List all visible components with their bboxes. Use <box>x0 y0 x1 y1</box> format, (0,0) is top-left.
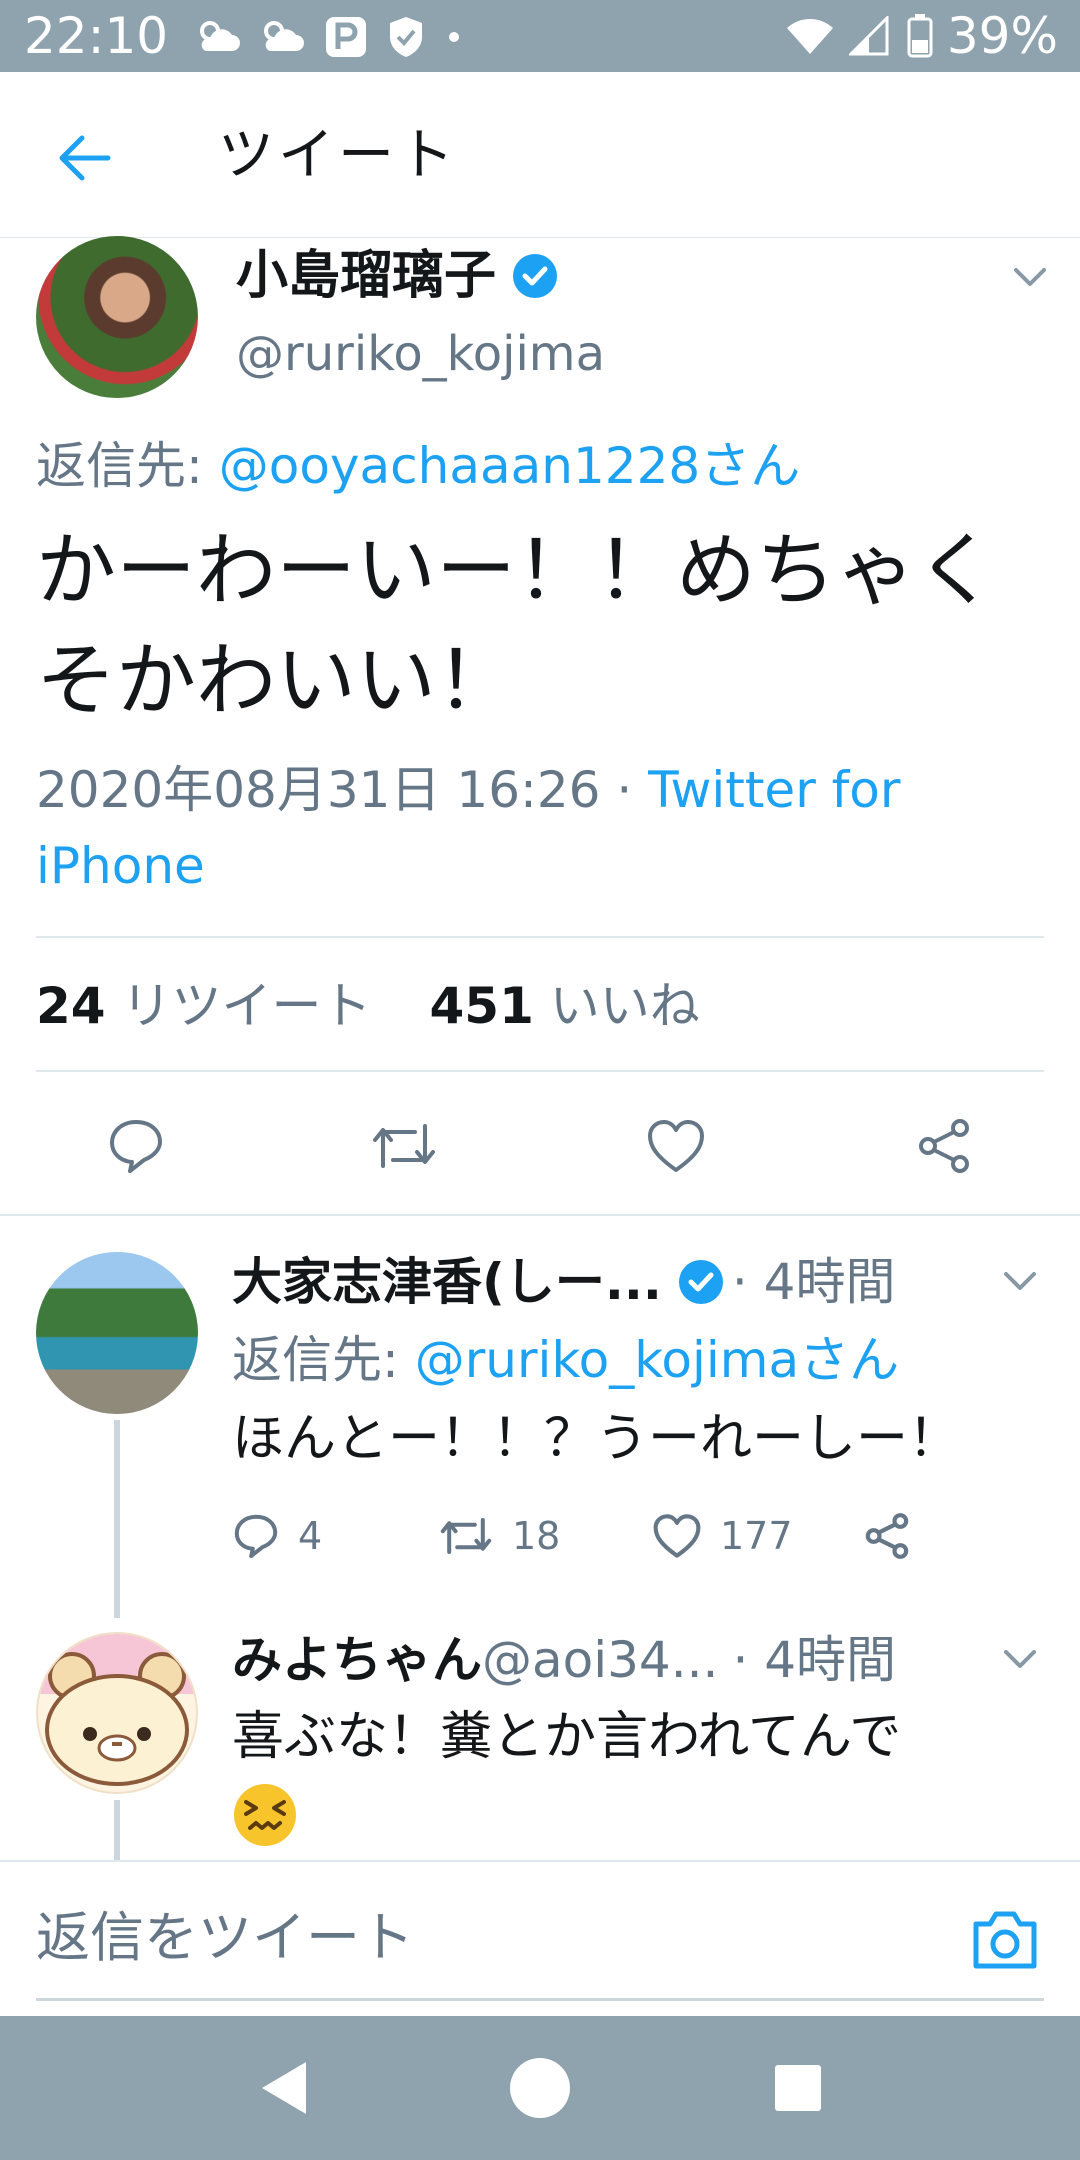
back-button[interactable] <box>46 120 122 196</box>
tweet-actions <box>0 1106 1080 1186</box>
status-time: 22:10 <box>24 7 169 65</box>
page-title: ツイート <box>218 123 458 188</box>
reply-avatar[interactable] <box>36 1252 198 1414</box>
reply-icon <box>234 1514 278 1558</box>
tweet-timestamp: 2020年08月31日 16:26 <box>36 761 601 819</box>
status-bar: 22:10 39% <box>0 0 1080 72</box>
author-handle[interactable]: @ruriko_kojima <box>236 322 605 386</box>
retweets-stat[interactable]: 24 リツイート <box>36 972 372 1040</box>
dot-icon <box>449 32 459 42</box>
author-name: 小島瑠璃子 <box>236 246 497 306</box>
likes-count: 451 <box>429 977 534 1035</box>
retweet-button[interactable]: 18 <box>438 1506 560 1566</box>
chevron-down-icon[interactable] <box>1000 1644 1040 1674</box>
reply-to-link[interactable]: @ooyachaaan1228さん <box>219 437 800 495</box>
nav-home-button[interactable] <box>504 2052 576 2124</box>
chevron-down-icon[interactable] <box>1010 262 1050 292</box>
reply-compose-bar: 返信をツイート <box>0 1860 1080 2012</box>
compose-underline <box>36 1998 1044 2001</box>
thread-line <box>114 1420 120 1618</box>
divider <box>0 1214 1080 1216</box>
like-button[interactable]: 177 <box>652 1506 793 1566</box>
share-button[interactable] <box>862 1506 912 1566</box>
reply-actions: 4 18 177 <box>232 1506 1052 1566</box>
retweet-count: 18 <box>512 1514 561 1558</box>
nav-recents-icon <box>775 2065 821 2111</box>
reply-header: 大家志津香(しー... · 4時間 <box>232 1248 895 1316</box>
share-icon <box>919 1119 969 1173</box>
shield-icon <box>390 17 422 57</box>
share-icon <box>865 1513 909 1559</box>
reply-input[interactable]: 返信をツイート <box>36 1902 414 1974</box>
reply-author-name[interactable]: 大家志津香(しー... <box>232 1248 662 1316</box>
status-right: 39% <box>785 8 1058 64</box>
signal-icon <box>848 16 889 56</box>
author-avatar[interactable] <box>36 236 198 398</box>
verified-icon <box>513 254 558 298</box>
nav-home-icon <box>510 2058 570 2118</box>
like-count: 177 <box>720 1514 793 1558</box>
reply-text: ほんとー！！？うーれーしー！ <box>232 1409 961 1469</box>
author-name-row[interactable]: 小島瑠璃子 <box>236 242 560 310</box>
reply-count: 4 <box>298 1514 323 1558</box>
reply-button[interactable] <box>96 1106 176 1186</box>
divider <box>36 936 1044 938</box>
tweet-text: かーわーいー！！めちゃくそかわいい！ <box>36 524 996 727</box>
share-button[interactable] <box>904 1106 984 1186</box>
tweet-meta: 2020年08月31日 16:26 · Twitter for iPhone <box>36 752 1036 904</box>
back-arrow-icon <box>59 135 111 181</box>
likes-stat[interactable]: 451 いいね <box>430 972 700 1040</box>
weather-cloud-icon <box>264 21 304 51</box>
meta-separator: · <box>600 761 649 819</box>
reply-to-prefix: 返信先: <box>232 1331 415 1389</box>
wifi-icon <box>786 19 833 54</box>
reply-button[interactable]: 4 <box>232 1506 322 1566</box>
reply-time: · 4時間 <box>731 1253 896 1311</box>
thread-line <box>114 1800 120 1860</box>
like-button[interactable] <box>636 1106 716 1186</box>
reply-to-line: 返信先: @ruriko_kojimaさん <box>232 1326 899 1394</box>
divider <box>36 1070 1044 1072</box>
bear-avatar-icon <box>38 1634 196 1786</box>
like-icon <box>648 1120 704 1172</box>
nav-back-icon <box>262 2062 306 2114</box>
reply-author-handle[interactable]: @aoi34... <box>482 1626 718 1694</box>
retweet-icon <box>373 1124 435 1168</box>
reply-to-line: 返信先: @ooyachaaan1228さん <box>36 432 800 500</box>
battery-icon <box>907 14 933 58</box>
chevron-down-icon[interactable] <box>1000 1266 1040 1296</box>
nav-back-button[interactable] <box>248 2052 320 2124</box>
confounded-emoji-icon <box>234 1784 296 1846</box>
reply-avatar[interactable] <box>36 1632 198 1794</box>
reply-header: みよちゃん @aoi34... · 4時間 <box>232 1626 896 1694</box>
retweets-count: 24 <box>36 977 106 1035</box>
app-header: ツイート <box>0 72 1080 238</box>
likes-label: いいね <box>549 977 700 1035</box>
paypay-icon <box>326 17 366 57</box>
retweet-icon <box>440 1518 492 1554</box>
tweet-stats: 24 リツイート 451 いいね <box>36 972 700 1040</box>
weather-cloud-icon <box>200 21 240 51</box>
retweets-label: リツイート <box>121 977 372 1035</box>
notification-icons <box>196 14 464 60</box>
reply-time: · 4時間 <box>732 1631 897 1689</box>
reply-to-prefix: 返信先: <box>36 437 219 495</box>
nav-recents-button[interactable] <box>762 2052 834 2124</box>
verified-icon <box>678 1260 723 1304</box>
reply-to-link[interactable]: @ruriko_kojimaさん <box>415 1331 899 1389</box>
like-icon <box>653 1514 701 1558</box>
system-nav-bar <box>0 2016 1080 2160</box>
reply-icon <box>110 1120 162 1173</box>
retweet-button[interactable] <box>364 1106 444 1186</box>
reply-text: 喜ぶな！糞とか言われてんで <box>232 1707 902 1767</box>
reply-author-name[interactable]: みよちゃん <box>232 1626 482 1694</box>
camera-icon[interactable] <box>970 1908 1040 1970</box>
battery-percent: 39% <box>946 7 1058 65</box>
